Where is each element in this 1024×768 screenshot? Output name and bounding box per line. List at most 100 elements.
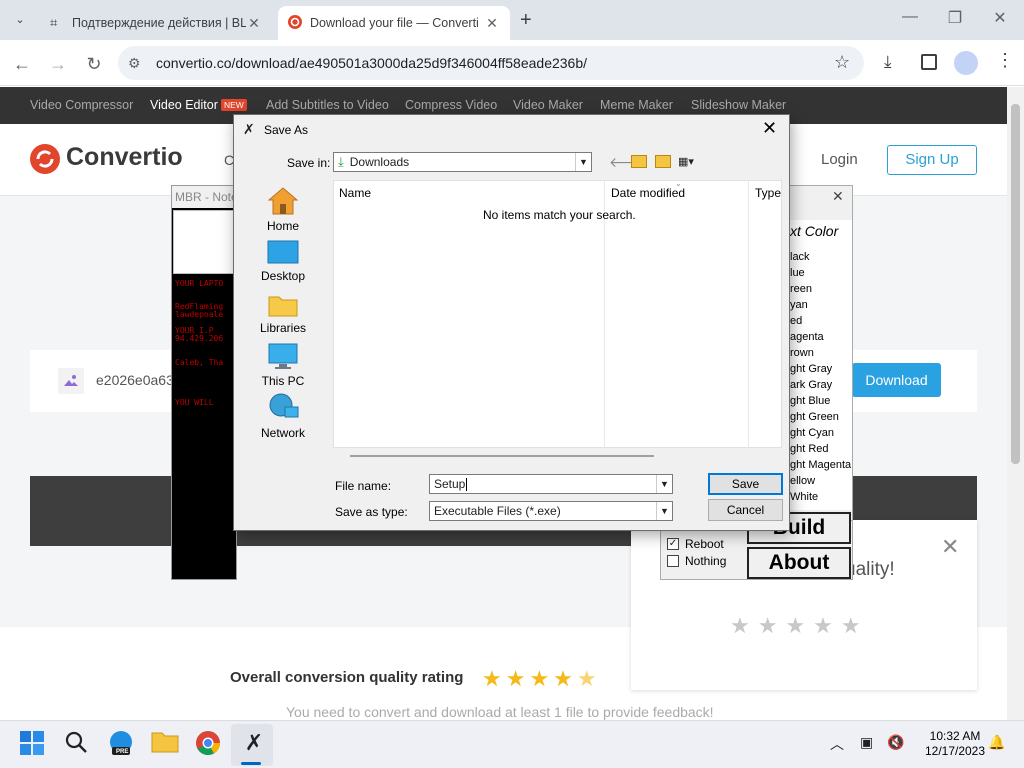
close-icon[interactable]: ✕: [484, 15, 500, 32]
minimize-icon[interactable]: —: [888, 8, 932, 26]
file-name-input[interactable]: Setup ▼: [429, 474, 673, 494]
profile-avatar-icon[interactable]: [954, 51, 978, 75]
nav-video-compressor[interactable]: Video Compressor: [30, 98, 133, 112]
popup-close-icon[interactable]: ✕: [941, 534, 959, 560]
signup-button[interactable]: Sign Up: [887, 145, 977, 175]
view-menu-icon[interactable]: ▦▾: [678, 155, 702, 169]
tab-download-file[interactable]: Download your file — Converti ✕: [278, 6, 510, 40]
color-option[interactable]: White: [790, 491, 818, 503]
libraries-folder-icon: [268, 296, 298, 317]
network-icon: [269, 393, 299, 418]
forward-arrow-icon[interactable]: →: [44, 50, 72, 78]
notification-bell-icon[interactable]: 🔔: [988, 734, 1005, 751]
chevron-down-icon[interactable]: ▼: [656, 475, 672, 493]
search-icon[interactable]: [64, 730, 92, 758]
color-option[interactable]: ght Cyan: [790, 427, 834, 439]
nav-meme-maker[interactable]: Meme Maker: [600, 98, 673, 112]
place-home[interactable]: Home: [256, 186, 310, 233]
app-taskbar-icon[interactable]: ✗: [240, 730, 268, 758]
place-label: Home: [266, 219, 299, 233]
downloads-icon[interactable]: ⤓: [884, 52, 892, 72]
color-option[interactable]: ellow: [790, 475, 815, 487]
color-option[interactable]: ght Magenta: [790, 459, 851, 471]
window-close-icon[interactable]: ✕: [978, 8, 1022, 28]
quality-stars[interactable]: ★★★★★: [730, 613, 869, 639]
tray-network-icon[interactable]: ▣: [860, 734, 873, 751]
column-name[interactable]: Name: [339, 186, 371, 200]
cancel-button[interactable]: Cancel: [708, 499, 783, 521]
save-in-dropdown[interactable]: ⤓ Downloads ▼: [333, 152, 592, 172]
nav-add-subtitles[interactable]: Add Subtitles to Video: [266, 98, 389, 112]
file-explorer-icon[interactable]: [151, 730, 179, 758]
color-option[interactable]: ght Green: [790, 411, 839, 423]
color-option[interactable]: ght Blue: [790, 395, 830, 407]
convertio-logo-icon[interactable]: [30, 144, 60, 177]
color-option[interactable]: ed: [790, 315, 802, 327]
menu-kebab-icon[interactable]: ⋮: [996, 50, 1014, 71]
place-label: Network: [260, 426, 305, 440]
restore-icon[interactable]: ❐: [933, 8, 977, 28]
side-panel-icon[interactable]: [921, 54, 937, 70]
color-tool-close-icon[interactable]: ✕: [832, 188, 844, 205]
save-type-dropdown[interactable]: Executable Files (*.exe) ▼: [429, 501, 673, 521]
column-type[interactable]: Type: [755, 186, 781, 200]
back-arrow-icon[interactable]: ←: [8, 50, 36, 78]
new-tab-plus-icon[interactable]: +: [520, 9, 532, 32]
nothing-checkbox[interactable]: [667, 555, 679, 567]
column-date-modified[interactable]: Date modified: [611, 186, 685, 200]
new-folder-icon[interactable]: [655, 155, 671, 168]
file-name-value: Setup: [434, 477, 466, 491]
windows-start-icon[interactable]: [19, 730, 47, 758]
place-desktop[interactable]: Desktop: [256, 240, 310, 283]
color-option[interactable]: yan: [790, 299, 808, 311]
about-button[interactable]: About: [747, 547, 851, 579]
tab-confirm-action[interactable]: ⌗ Подтверждение действия | BL ✕: [40, 6, 272, 40]
place-this-pc[interactable]: This PC: [256, 343, 310, 388]
save-button[interactable]: Save: [708, 473, 783, 495]
url-text: convertio.co/download/ae490501a3000da25d…: [156, 55, 588, 71]
close-icon[interactable]: ✕: [246, 15, 262, 32]
tray-chevron-up-icon[interactable]: ︿: [830, 734, 844, 754]
tab-search-chevron-icon[interactable]: ⌄: [10, 10, 30, 30]
column-divider[interactable]: [748, 180, 749, 448]
place-network[interactable]: Network: [256, 393, 310, 440]
desktop-icon: [267, 240, 299, 264]
place-libraries[interactable]: Libraries: [256, 292, 310, 335]
edge-preview-icon[interactable]: PRE: [108, 730, 136, 758]
color-option[interactable]: lue: [790, 267, 805, 279]
login-link[interactable]: Login: [821, 151, 858, 168]
rating-stars[interactable]: ★★★★★: [482, 666, 601, 692]
color-option[interactable]: ght Red: [790, 443, 829, 455]
dialog-close-icon[interactable]: ✕: [762, 118, 777, 139]
tab-title: Download your file — Converti: [310, 16, 479, 30]
reboot-checkbox[interactable]: ✓: [667, 538, 679, 550]
chrome-icon[interactable]: [195, 730, 223, 758]
download-button[interactable]: Download: [852, 363, 941, 397]
up-folder-icon[interactable]: [631, 155, 647, 168]
color-option[interactable]: ark Gray: [790, 379, 832, 391]
tab-title: Подтверждение действия | BL: [72, 16, 246, 30]
nav-video-editor[interactable]: Video Editor: [150, 98, 218, 112]
notepad-editor[interactable]: [173, 210, 235, 274]
color-option[interactable]: ght Gray: [790, 363, 832, 375]
nav-compress-video[interactable]: Compress Video: [405, 98, 497, 112]
color-option[interactable]: lack: [790, 251, 810, 263]
nav-video-maker[interactable]: Video Maker: [513, 98, 583, 112]
clock[interactable]: 10:32 AM 12/17/2023: [918, 729, 992, 759]
scrollbar-thumb[interactable]: [1011, 104, 1020, 464]
horizontal-scrollbar[interactable]: [350, 455, 654, 457]
address-bar[interactable]: convertio.co/download/ae490501a3000da25d…: [118, 46, 864, 80]
place-label: Desktop: [260, 269, 306, 283]
color-option[interactable]: agenta: [790, 331, 824, 343]
reload-icon[interactable]: ↻: [80, 50, 108, 78]
tray-volume-muted-icon[interactable]: 🔇: [887, 734, 904, 751]
site-info-icon[interactable]: ⚙: [128, 55, 141, 72]
color-option[interactable]: rown: [790, 347, 814, 359]
site-logo[interactable]: Convertio: [66, 143, 183, 172]
bookmark-star-icon[interactable]: ☆: [834, 52, 850, 73]
nav-slideshow-maker[interactable]: Slideshow Maker: [691, 98, 786, 112]
color-option[interactable]: reen: [790, 283, 812, 295]
reboot-label: Reboot: [685, 537, 724, 551]
notepad-line: YOUR LAPTO: [175, 279, 224, 288]
empty-message: No items match your search.: [483, 208, 636, 222]
